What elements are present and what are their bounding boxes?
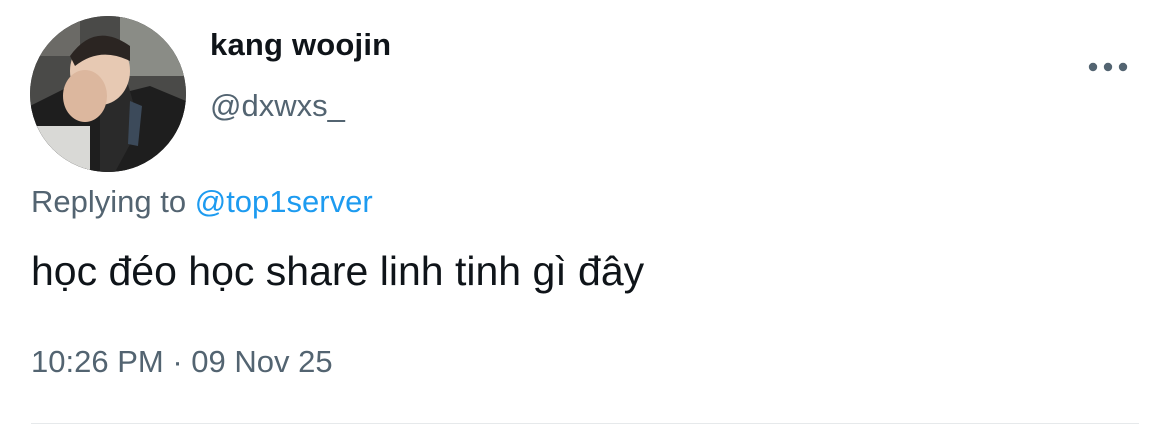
tweet-date[interactable]: 09 Nov 25 [191,344,332,379]
tweet-text: học đéo học share linh tinh gì đây [31,248,645,294]
replying-to-label: Replying to [31,184,187,219]
tweet-time[interactable]: 10:26 PM [31,344,164,379]
username-handle[interactable]: @dxwxs_ [210,88,345,124]
more-horizontal-icon [1088,62,1128,72]
avatar[interactable] [30,16,186,172]
avatar-photo-icon [30,16,186,172]
more-options-button[interactable] [1080,52,1136,82]
display-name[interactable]: kang woojin [210,27,391,63]
divider [31,423,1139,424]
reply-mention-link[interactable]: @top1server [195,184,373,219]
replying-to: Replying to @top1server [31,184,373,220]
timestamp-separator: · [172,344,183,379]
tweet-timestamp: 10:26 PM · 09 Nov 25 [31,344,333,380]
